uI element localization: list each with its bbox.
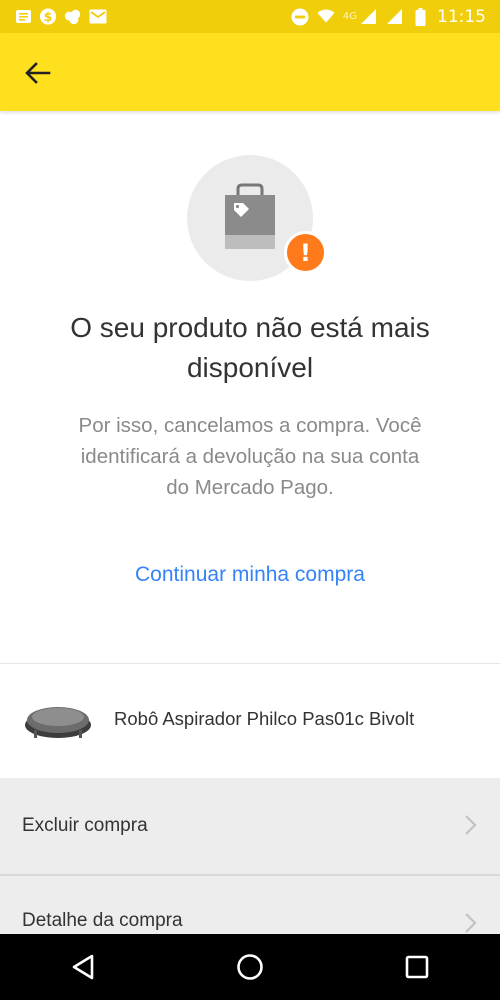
nav-back-button[interactable] — [53, 942, 113, 992]
signal-icon-2 — [385, 8, 403, 26]
product-image — [25, 707, 91, 738]
purchase-detail-row[interactable]: Detalhe da compra — [0, 876, 500, 934]
wifi-icon — [317, 8, 335, 26]
continue-purchase-link[interactable]: Continuar minha compra — [0, 563, 500, 587]
chevron-right-icon — [465, 815, 477, 835]
shopping-bag-icon — [225, 183, 275, 249]
notes-icon — [14, 8, 32, 26]
cloud-icon — [64, 8, 82, 26]
product-name: Robô Aspirador Philco Pas01c Bivolt — [114, 708, 415, 729]
product-item: Robô Aspirador Philco Pas01c Bivolt — [0, 664, 500, 778]
navigation-bar — [0, 934, 500, 1000]
mail-icon — [89, 8, 107, 26]
network-type: 4G — [342, 11, 357, 22]
chevron-right-icon — [465, 913, 477, 933]
battery-icon — [411, 7, 429, 26]
app-bar — [0, 33, 500, 111]
clock: 11:15 — [437, 6, 486, 27]
circle-home-icon — [237, 954, 263, 980]
svg-text:$: $ — [44, 10, 53, 24]
delete-purchase-row[interactable]: Excluir compra — [0, 778, 500, 874]
arrow-left-icon — [25, 62, 51, 84]
purchase-detail-label: Detalhe da compra — [22, 910, 183, 931]
signal-icon — [359, 8, 377, 26]
warning-badge: ! — [284, 231, 327, 274]
delete-purchase-label: Excluir compra — [22, 815, 148, 836]
back-button[interactable] — [20, 55, 56, 91]
page-title: O seu produto não está mais disponível — [70, 312, 430, 383]
status-bar: $ 4G 11:15 — [0, 0, 500, 33]
dollar-icon: $ — [39, 8, 57, 26]
nav-recents-button[interactable] — [387, 942, 447, 992]
triangle-back-icon — [73, 954, 94, 980]
square-recents-icon — [405, 955, 428, 979]
nav-home-button[interactable] — [220, 942, 280, 992]
description: Por isso, cancelamos a compra. Você iden… — [78, 414, 422, 499]
dnd-icon — [291, 8, 309, 26]
